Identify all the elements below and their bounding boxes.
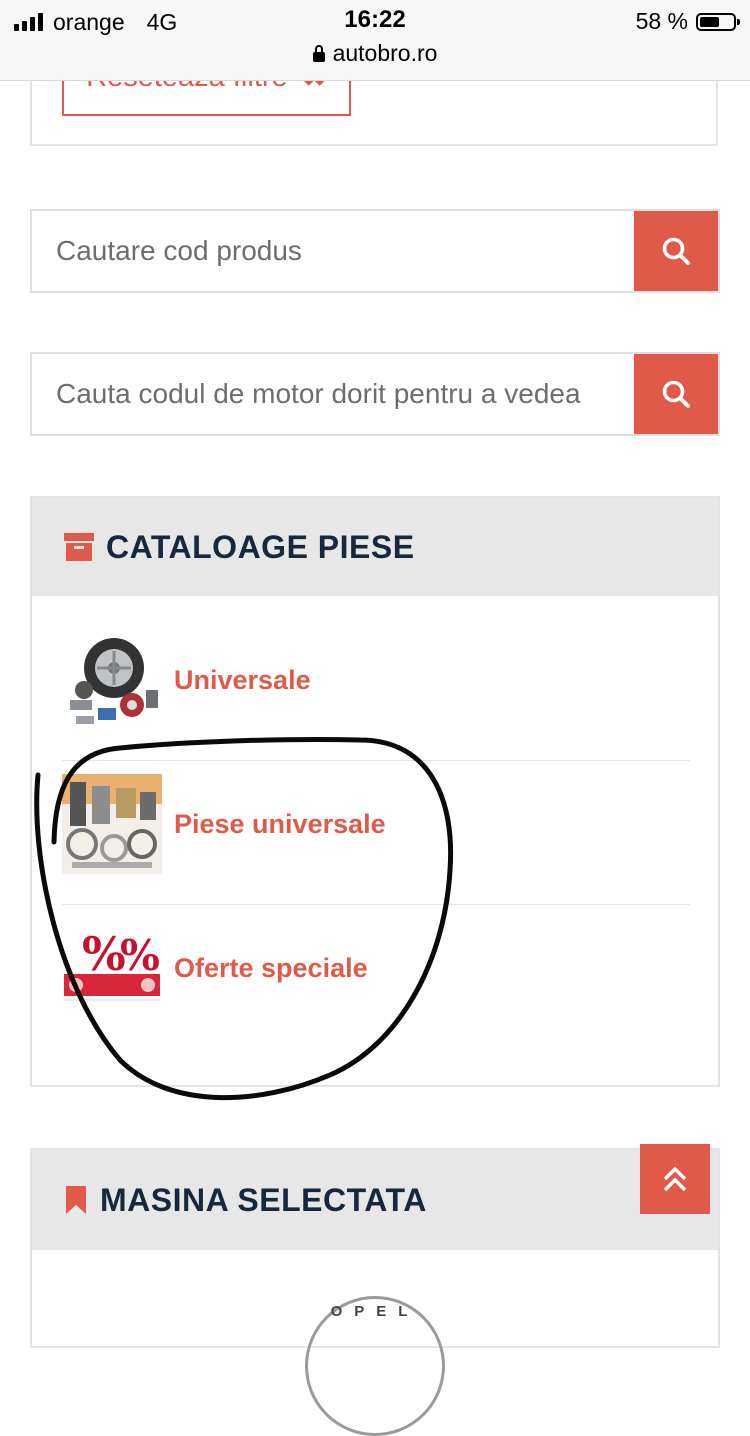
discount-percent-image: % % bbox=[62, 918, 162, 1018]
catalog-panel-header: CATALOAGE PIESE bbox=[32, 498, 718, 596]
battery-percent: 58 % bbox=[635, 8, 688, 34]
back-to-top-button[interactable] bbox=[640, 1144, 710, 1214]
product-code-search bbox=[30, 209, 720, 293]
catalog-title: CATALOAGE PIESE bbox=[106, 528, 415, 565]
lock-icon bbox=[312, 44, 325, 62]
search-icon bbox=[662, 237, 690, 265]
search-icon bbox=[662, 380, 690, 408]
catalog-item-label: Universale bbox=[174, 664, 311, 695]
browser-status-bar: orange 4G 16:22 autobro.ro 58 % bbox=[0, 0, 750, 81]
url-text: autobro.ro bbox=[332, 40, 438, 66]
catalog-item-oferte-speciale[interactable]: % % Oferte speciale bbox=[62, 896, 690, 1040]
status-right: 58 % bbox=[635, 8, 740, 35]
engine-parts-image bbox=[62, 774, 162, 874]
engine-code-search bbox=[30, 352, 720, 436]
catalog-panel: CATALOAGE PIESE Universale Piese univers… bbox=[30, 496, 720, 1087]
car-brand-logo-text: OPEL bbox=[330, 1303, 420, 1320]
battery-icon bbox=[696, 12, 740, 31]
archive-box-icon bbox=[64, 533, 94, 561]
svg-text:%: % bbox=[120, 931, 160, 980]
double-chevron-up-icon bbox=[663, 1166, 687, 1192]
url-bar[interactable]: autobro.ro bbox=[0, 40, 750, 67]
selected-car-header: MASINA SELECTATA bbox=[32, 1150, 718, 1250]
selected-car-title: MASINA SELECTATA bbox=[100, 1181, 427, 1218]
engine-code-search-button[interactable] bbox=[634, 354, 718, 434]
catalog-item-universale[interactable]: Universale bbox=[62, 608, 690, 752]
catalog-item-label: Oferte speciale bbox=[174, 952, 368, 983]
product-code-search-button[interactable] bbox=[634, 211, 718, 291]
car-brand-logo: OPEL bbox=[305, 1296, 445, 1436]
engine-code-input[interactable] bbox=[32, 354, 634, 434]
product-code-input[interactable] bbox=[32, 211, 634, 291]
bookmark-icon bbox=[66, 1186, 86, 1214]
catalog-item-piese-universale[interactable]: Piese universale bbox=[62, 752, 690, 896]
catalog-item-label: Piese universale bbox=[174, 808, 386, 839]
tires-parts-image bbox=[62, 630, 162, 730]
